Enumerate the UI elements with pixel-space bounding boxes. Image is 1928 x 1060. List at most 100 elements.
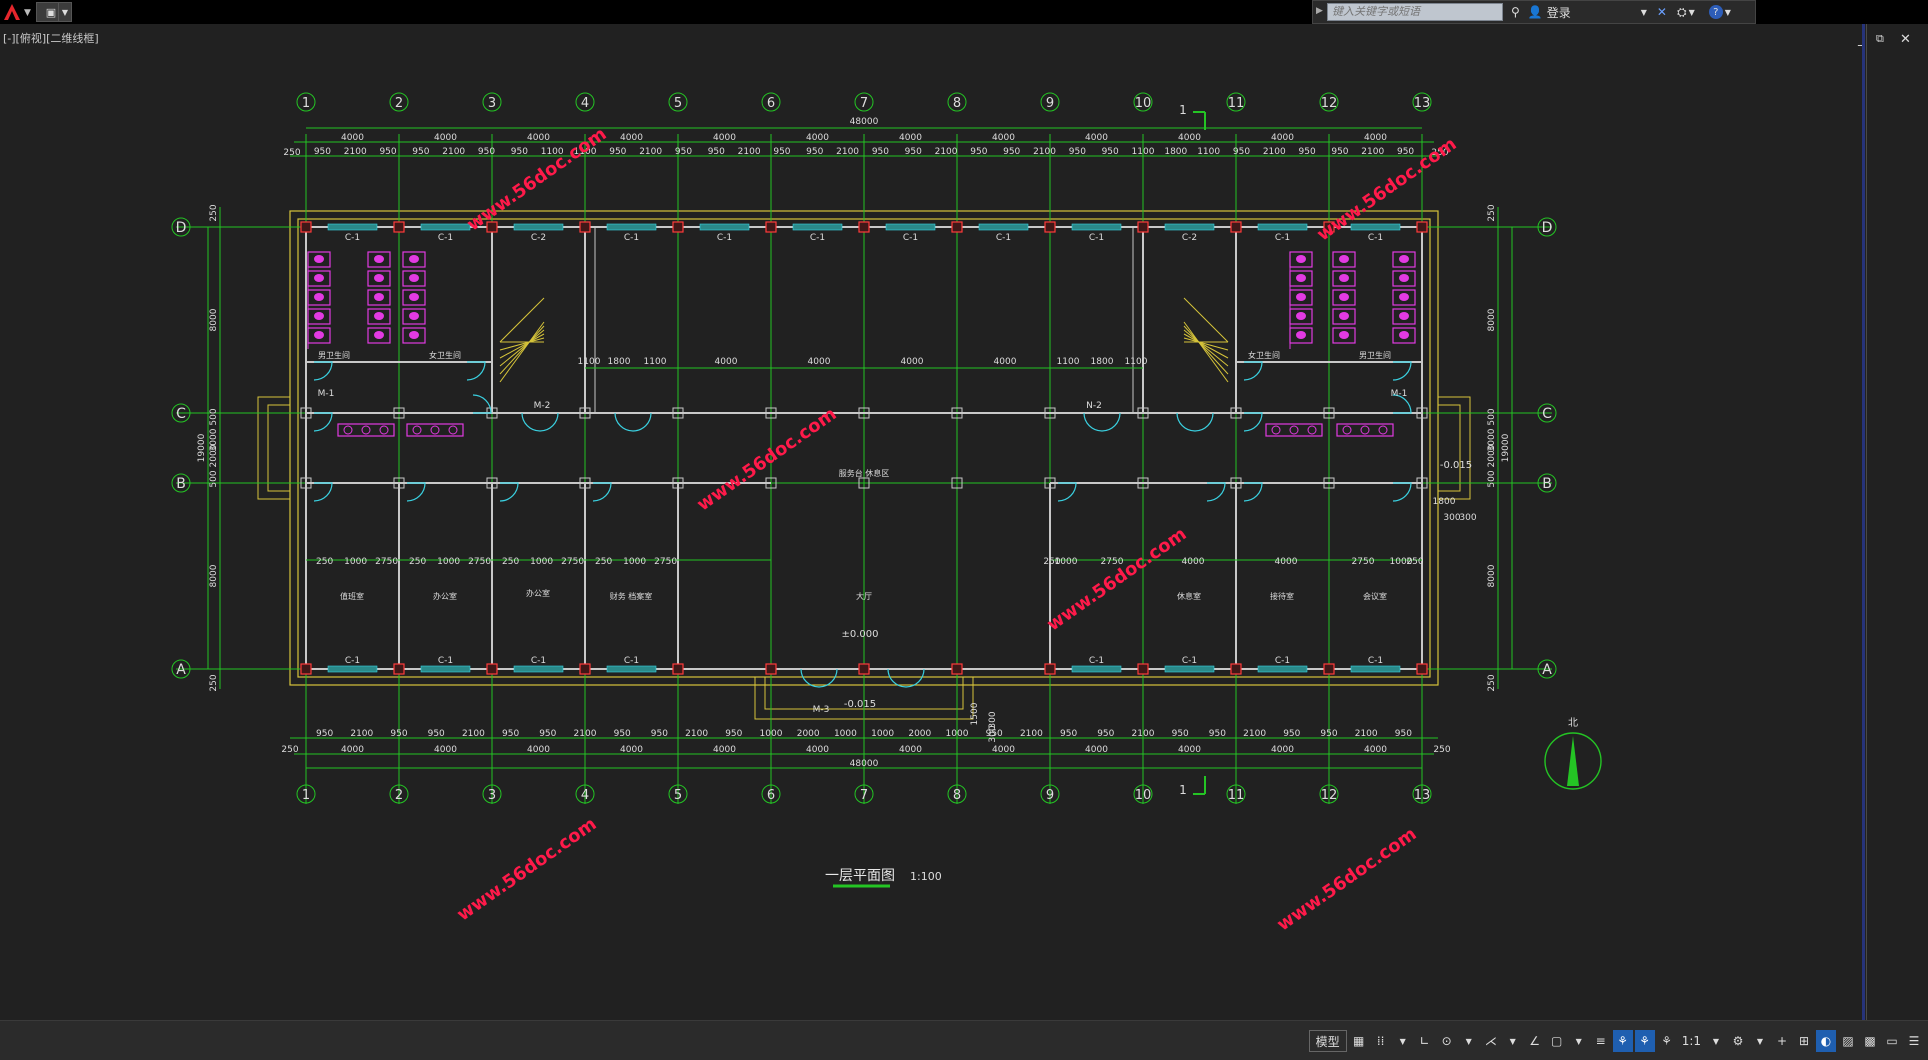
- exchange-apps-icon[interactable]: ✕: [1657, 5, 1667, 19]
- quick-properties-icon[interactable]: ◐: [1816, 1030, 1836, 1052]
- customization-menu-icon[interactable]: ☰: [1904, 1030, 1924, 1052]
- column-D-7: [858, 221, 870, 233]
- grid-display-icon[interactable]: ▦: [1349, 1030, 1369, 1052]
- annotation-scale-value[interactable]: 1:1: [1679, 1030, 1704, 1052]
- clean-screen-icon[interactable]: ▭: [1882, 1030, 1902, 1052]
- dim-corridor-7: 1100: [1057, 357, 1080, 367]
- lineweight-icon[interactable]: ≡: [1591, 1030, 1611, 1052]
- dim-sub-bottom-27: 950: [1320, 729, 1337, 739]
- hardware-acceleration-icon[interactable]: ▩: [1860, 1030, 1880, 1052]
- snap-mode-icon[interactable]: ⁞⁞: [1371, 1030, 1391, 1052]
- dim-bay-bottom-2: 4000: [434, 745, 457, 755]
- title-bar: ▼ ▣ ▼ ▶ ⚲ 👤 登录 ▼ ✕ ⛭ ▼ ? ▼: [0, 0, 1928, 24]
- dim-room-right-5: 2750: [1352, 557, 1375, 567]
- help-dropdown-icon[interactable]: ▼: [1725, 8, 1731, 17]
- autocad-logo-icon[interactable]: [2, 2, 22, 22]
- door-label-4: M-1: [1391, 389, 1408, 399]
- room-label-12: 休息室: [1177, 591, 1201, 601]
- workspace-gear-icon[interactable]: ⚙: [1728, 1030, 1748, 1052]
- connect-icon[interactable]: ⛭: [1677, 5, 1687, 20]
- model-space-button[interactable]: 模型: [1308, 1030, 1347, 1052]
- workspace-dropdown-icon[interactable]: ▼: [1750, 1030, 1770, 1052]
- grid-label-right-C: C: [1542, 406, 1552, 422]
- help-icon[interactable]: ?: [1708, 5, 1723, 19]
- isodraft-icon[interactable]: ⋌: [1481, 1030, 1501, 1052]
- grid-label-bottom-13: 13: [1414, 788, 1431, 803]
- sink-1-0: [412, 425, 422, 435]
- grid-label-left-C: C: [176, 406, 186, 422]
- annotation-monitor-icon[interactable]: +: [1772, 1030, 1792, 1052]
- dim-bay-bottom-12: 4000: [1364, 745, 1387, 755]
- dim-sub-bottom-25: 2100: [1243, 729, 1266, 739]
- watermark-text-3: www.56doc.com: [1043, 524, 1190, 636]
- signin-dropdown-icon[interactable]: ▼: [1641, 8, 1647, 17]
- door-label-0: M-1: [318, 389, 335, 399]
- room-label-0: 值班室: [340, 591, 364, 601]
- units-icon[interactable]: ⊞: [1794, 1030, 1814, 1052]
- app-menu-dropdown-icon[interactable]: ▼: [24, 8, 31, 18]
- dim-bay-top-1: 4000: [341, 133, 364, 143]
- floor-plan-drawing: D DC CB BA A11223344556677889910101111121213…: [171, 92, 1602, 935]
- viewport-divider: [1866, 24, 1867, 1020]
- drawing-scale: 1:100: [910, 870, 942, 883]
- door-swing-1: [472, 394, 492, 414]
- search-binoculars-icon[interactable]: ⚲: [1511, 5, 1520, 19]
- dim-sub-top-27: 1100: [1197, 147, 1220, 157]
- polar-tracking-icon[interactable]: ⊙: [1437, 1030, 1457, 1052]
- door-swing-5: [592, 482, 612, 502]
- user-icon[interactable]: 👤: [1528, 5, 1543, 19]
- expand-arrow-icon[interactable]: ▶: [1316, 6, 1323, 16]
- dim-sub-bottom-28: 2100: [1355, 729, 1378, 739]
- dim-corridor-5: 4000: [901, 357, 924, 367]
- snap-dropdown-icon[interactable]: ▼: [1393, 1030, 1413, 1052]
- quick-access-dropdown[interactable]: ▼: [58, 2, 72, 22]
- close-icon[interactable]: ✕: [1900, 32, 1911, 47]
- signin-label[interactable]: 登录: [1547, 4, 1571, 21]
- left-restroom-toilet-2-1: [409, 274, 419, 282]
- scale-dropdown-icon[interactable]: ▼: [1706, 1030, 1726, 1052]
- sink-1-1: [430, 425, 440, 435]
- door-swing-13: [466, 361, 486, 381]
- vertical-scrollbar[interactable]: [1862, 24, 1865, 1020]
- left-restroom-toilet-2-2: [409, 293, 419, 301]
- annotation-visibility-icon[interactable]: ⚘: [1612, 1030, 1633, 1052]
- polar-dropdown-icon[interactable]: ▼: [1459, 1030, 1479, 1052]
- dim-side-left-4: 2000: [209, 444, 219, 467]
- auto-scale-icon[interactable]: ⚘: [1634, 1030, 1655, 1052]
- dim-bay-bottom-8: 4000: [992, 745, 1015, 755]
- viewport-controls-label[interactable]: [-][俯视][二维线框]: [3, 30, 99, 46]
- door-swing-14: [1243, 361, 1263, 381]
- isolate-objects-icon[interactable]: ▨: [1838, 1030, 1858, 1052]
- dim-corridor-3: 4000: [715, 357, 738, 367]
- grid-label-top-12: 12: [1321, 96, 1338, 111]
- dim-sub-top-16: 2100: [836, 147, 859, 157]
- window-top-10: [1257, 223, 1308, 231]
- ortho-icon[interactable]: ∟: [1415, 1030, 1435, 1052]
- restore-icon[interactable]: ⧉: [1876, 32, 1884, 46]
- connect-dropdown-icon[interactable]: ▼: [1689, 8, 1695, 17]
- dim-sub-top-32: 2100: [1361, 147, 1384, 157]
- dim-corridor-9: 1100: [1125, 357, 1148, 367]
- column-A-2: [393, 663, 405, 675]
- dim-sub-top-3: 950: [412, 147, 429, 157]
- column-A-5: [672, 663, 684, 675]
- dim-sub-top-11: 950: [675, 147, 692, 157]
- search-input[interactable]: [1327, 3, 1503, 21]
- stair-tread-0-5: [499, 321, 545, 383]
- object-snap-tracking-icon[interactable]: ∠: [1525, 1030, 1545, 1052]
- sink-2-2: [1307, 425, 1317, 435]
- object-snap-dropdown-icon[interactable]: ▼: [1569, 1030, 1589, 1052]
- left-restroom-toilet-1-4: [374, 331, 384, 339]
- object-snap-icon[interactable]: ▢: [1547, 1030, 1567, 1052]
- dim-sub-top-0: 950: [314, 147, 331, 157]
- stair-tread-0-2: [499, 333, 545, 359]
- dim-room-left-10: 1000: [623, 557, 646, 567]
- isodraft-dropdown-icon[interactable]: ▼: [1503, 1030, 1523, 1052]
- dim-sub-top-15: 950: [806, 147, 823, 157]
- window-label-top-9: C-2: [1182, 233, 1197, 243]
- grid-label-bottom-10: 10: [1135, 788, 1152, 803]
- dim-sub-top-33: 950: [1397, 147, 1414, 157]
- annotation-scale-icon[interactable]: ⚘: [1657, 1030, 1677, 1052]
- grid-label-bottom-6: 6: [767, 788, 775, 803]
- drawing-canvas[interactable]: [-][俯视][二维线框] _ ⧉ ✕ DDCCBBAA112233445566…: [0, 24, 1928, 1020]
